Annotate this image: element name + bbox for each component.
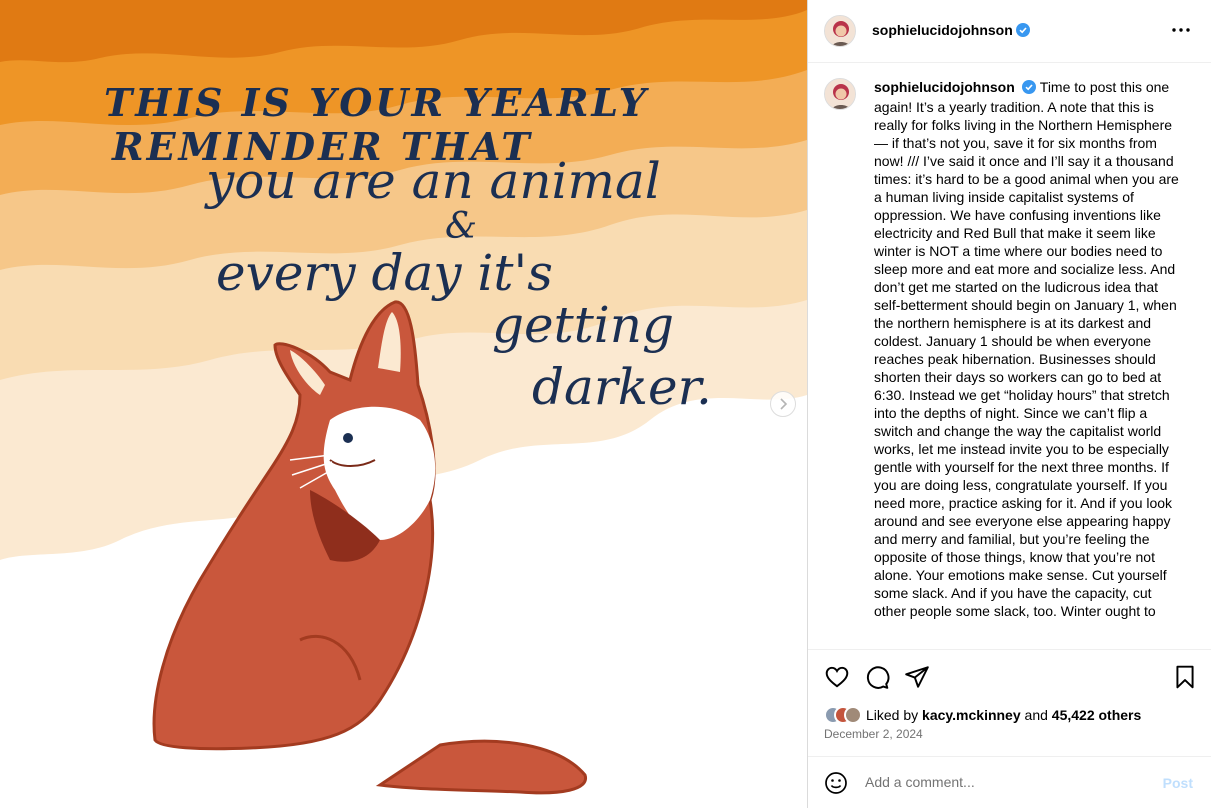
image-text-line-6: getting	[492, 296, 674, 354]
image-text-line-5: every day it's	[216, 244, 553, 302]
image-text-line-1: THIS IS YOUR YEARLY	[104, 80, 649, 125]
comment-icon	[866, 666, 890, 689]
emoji-button[interactable]	[824, 771, 848, 795]
caption-username[interactable]: sophielucidojohnson	[874, 79, 1015, 95]
post-image[interactable]: THIS IS YOUR YEARLY REMINDER THAT you ar…	[0, 0, 807, 808]
caption-avatar[interactable]	[824, 78, 856, 110]
verified-badge-icon	[1021, 80, 1036, 98]
likes-prefix: Liked by	[866, 707, 919, 723]
avatar[interactable]	[824, 15, 856, 47]
likes-others[interactable]: 45,422 others	[1052, 707, 1142, 723]
image-text-line-7: darker.	[532, 358, 712, 416]
save-button[interactable]	[1172, 664, 1198, 690]
post-date[interactable]: December 2, 2024	[824, 727, 923, 741]
action-bar	[808, 649, 1211, 705]
verified-badge-icon	[1015, 23, 1030, 42]
liker-username[interactable]: kacy.mckinney	[922, 707, 1021, 723]
caption-text: Time to post this one again! It’s a year…	[874, 79, 1179, 619]
caption: sophielucidojohnson Time to post this one…	[874, 78, 1184, 620]
post-header: sophielucidojohnson	[808, 0, 1211, 63]
like-button[interactable]	[824, 664, 850, 690]
heart-icon	[825, 666, 849, 688]
comment-bar: Post	[808, 756, 1211, 809]
likes-middle: and	[1024, 707, 1048, 723]
post-comment-button[interactable]: Post	[1163, 775, 1193, 791]
comment-input[interactable]	[863, 773, 1157, 791]
caption-scroll-area[interactable]: sophielucidojohnson Time to post this one…	[824, 78, 1196, 648]
liker-avatars	[824, 706, 862, 724]
comment-button[interactable]	[864, 664, 890, 690]
send-icon	[905, 666, 929, 688]
next-image-button[interactable]	[770, 391, 796, 417]
post-side-panel: sophielucidojohnson sophielucidojohnson T…	[807, 0, 1211, 808]
share-button[interactable]	[904, 664, 930, 690]
bookmark-icon	[1176, 665, 1194, 689]
header-username[interactable]: sophielucidojohnson	[872, 22, 1013, 38]
avatar-image	[825, 79, 855, 109]
image-text-line-4: &	[445, 206, 478, 247]
emoji-icon	[825, 772, 847, 794]
liker-avatar	[844, 706, 862, 724]
likes-summary: Liked by kacy.mckinney and 45,422 others	[824, 705, 1141, 725]
avatar-image	[825, 16, 855, 46]
more-options-button[interactable]	[1169, 20, 1193, 40]
chevron-right-icon	[780, 398, 788, 410]
more-horizontal-icon	[1172, 28, 1190, 32]
image-text-line-3: you are an animal	[206, 152, 661, 210]
